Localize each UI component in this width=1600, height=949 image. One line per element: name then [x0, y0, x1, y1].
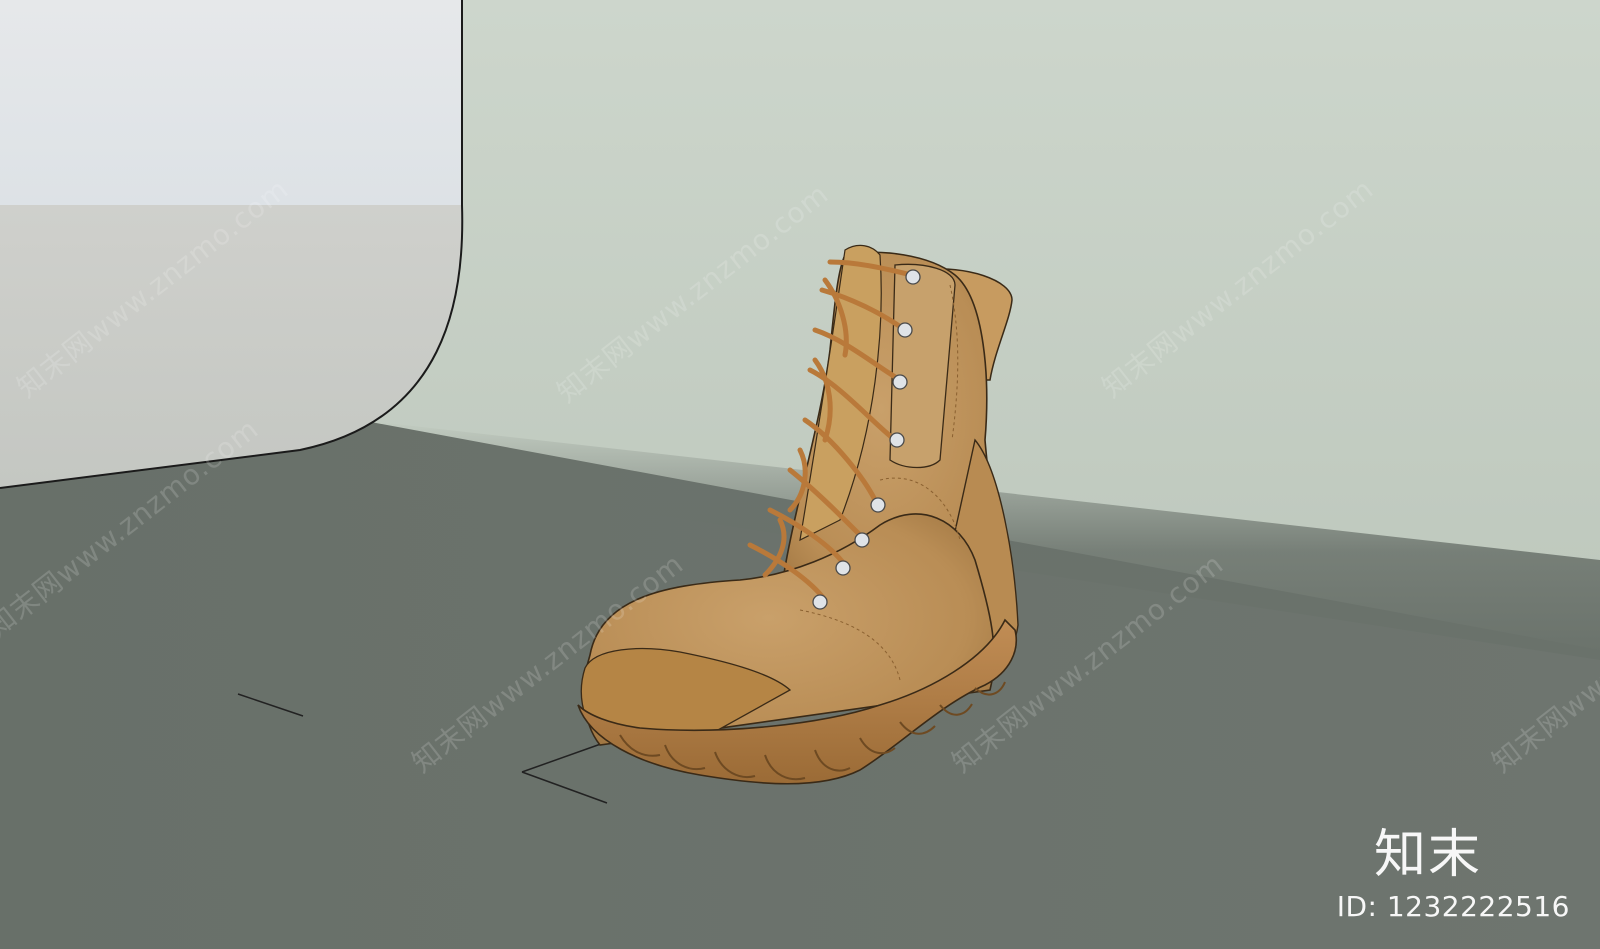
left-panel-top — [0, 0, 462, 205]
brand-logo: 知末 — [1373, 825, 1482, 885]
model-id-label: ID: 1232222516 — [1336, 890, 1570, 923]
scene-canvas — [0, 0, 1600, 949]
